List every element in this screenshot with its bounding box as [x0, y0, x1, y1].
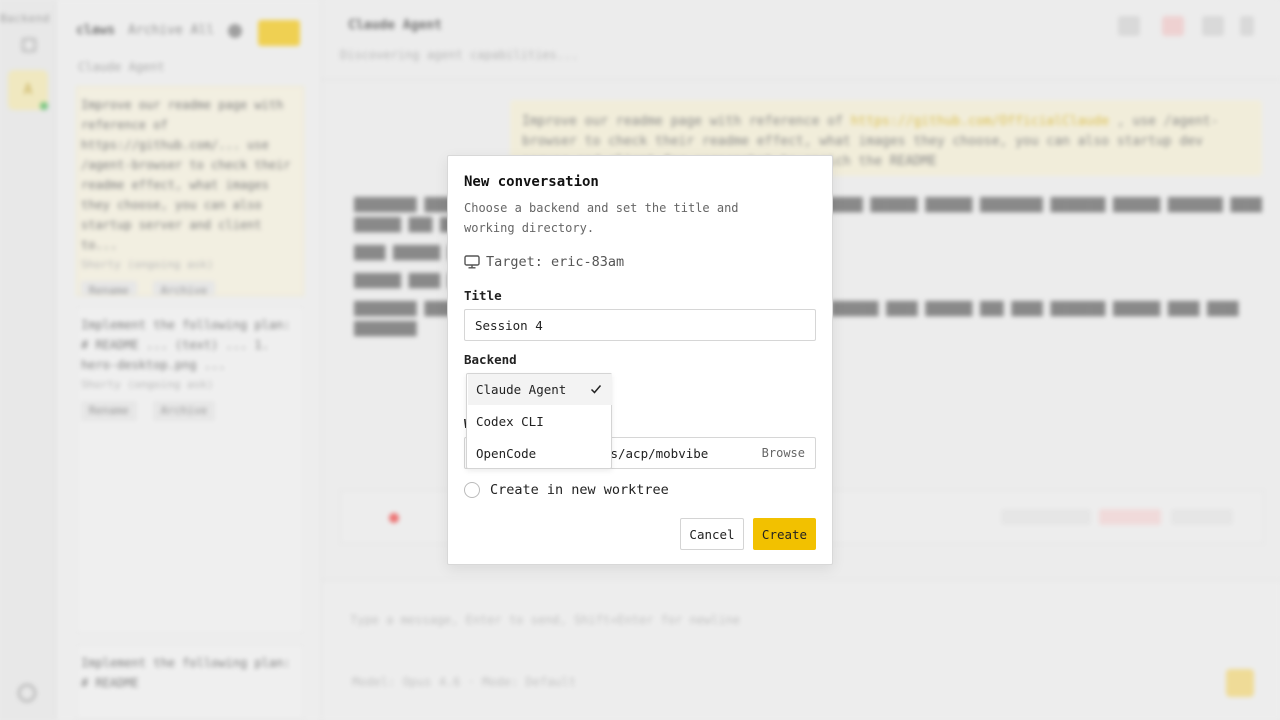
title-label: Title: [464, 288, 502, 303]
backend-option-label: OpenCode: [476, 446, 537, 461]
create-button[interactable]: Create: [753, 518, 816, 550]
checkmark-icon: [590, 385, 602, 394]
dialog-description: Choose a backend and set the title and w…: [464, 201, 739, 235]
worktree-label: Create in new worktree: [490, 482, 669, 498]
dialog-title: New conversation: [464, 174, 599, 190]
worktree-checkbox[interactable]: [464, 482, 480, 498]
backend-option-label: Codex CLI: [476, 414, 544, 429]
new-conversation-dialog: New conversation Choose a backend and se…: [447, 155, 833, 565]
backend-option-opencode[interactable]: OpenCode: [468, 438, 612, 469]
worktree-option[interactable]: Create in new worktree: [464, 482, 669, 498]
cancel-button[interactable]: Cancel: [680, 518, 744, 550]
monitor-icon: [464, 255, 480, 269]
browse-button[interactable]: Browse: [762, 446, 805, 460]
backend-label: Backend: [464, 352, 517, 367]
target-machine: Target: eric-83am: [464, 254, 624, 270]
title-input[interactable]: [464, 309, 816, 341]
backend-dropdown: Claude Agent Codex CLI OpenCode: [466, 373, 612, 469]
backend-option-label: Claude Agent: [476, 382, 567, 397]
backend-option-claude-agent[interactable]: Claude Agent: [468, 374, 612, 405]
target-label: Target: eric-83am: [486, 254, 625, 270]
backend-option-codex-cli[interactable]: Codex CLI: [468, 406, 612, 437]
